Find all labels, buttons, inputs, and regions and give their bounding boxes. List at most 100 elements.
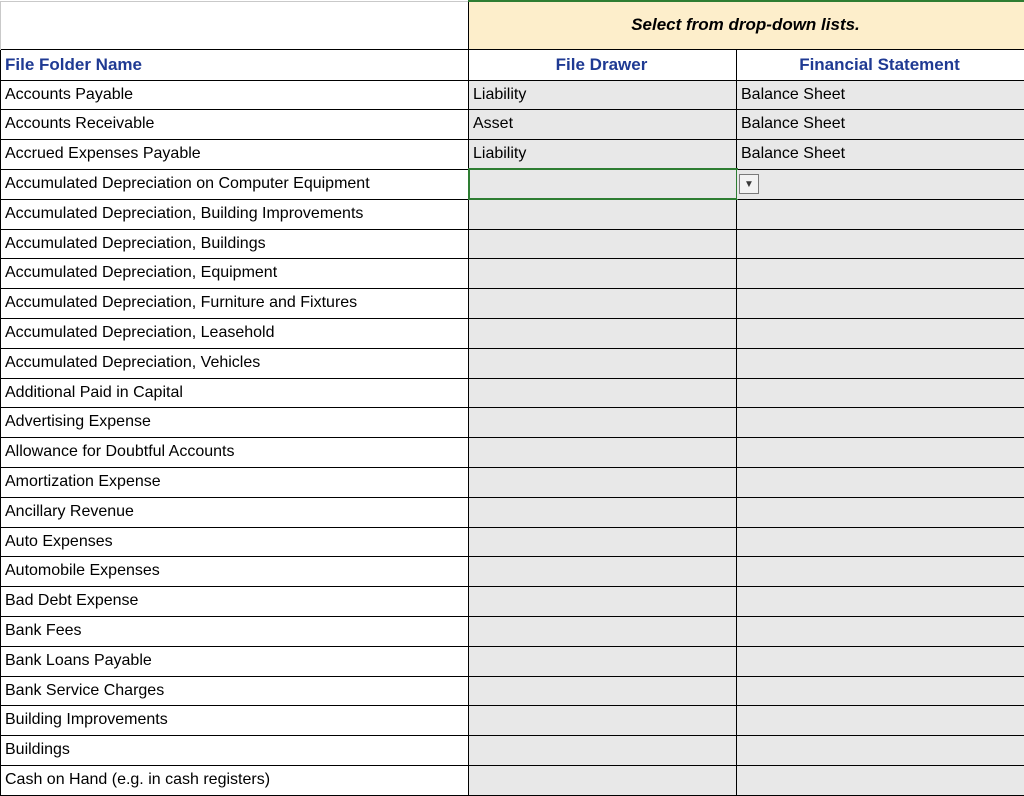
file-folder-name-cell: Bad Debt Expense <box>1 587 469 617</box>
file-drawer-cell[interactable]: Liability <box>469 140 737 170</box>
file-folder-name-cell: Ancillary Revenue <box>1 497 469 527</box>
file-drawer-cell[interactable] <box>469 318 737 348</box>
table-row: Buildings <box>1 736 1024 766</box>
file-drawer-cell[interactable] <box>469 616 737 646</box>
financial-statement-cell[interactable] <box>737 676 1024 706</box>
financial-statement-cell[interactable] <box>737 587 1024 617</box>
file-folder-name-cell: Accounts Payable <box>1 80 469 110</box>
table-row: Ancillary Revenue <box>1 497 1024 527</box>
file-drawer-cell[interactable] <box>469 199 737 229</box>
file-folder-name-cell: Bank Fees <box>1 616 469 646</box>
table-row: Amortization Expense <box>1 467 1024 497</box>
file-folder-name-cell: Cash on Hand (e.g. in cash registers) <box>1 765 469 795</box>
table-row: Allowance for Doubtful Accounts <box>1 438 1024 468</box>
table-row: Bank Loans Payable <box>1 646 1024 676</box>
dropdown-button[interactable]: ▼ <box>739 174 759 194</box>
file-drawer-cell[interactable] <box>469 348 737 378</box>
file-drawer-cell[interactable] <box>469 378 737 408</box>
file-folder-name-cell: Bank Service Charges <box>1 676 469 706</box>
file-drawer-cell[interactable] <box>469 587 737 617</box>
file-folder-name-cell: Accumulated Depreciation, Furniture and … <box>1 289 469 319</box>
table-row: Accumulated Depreciation on Computer Equ… <box>1 169 1024 199</box>
financial-statement-cell[interactable] <box>737 616 1024 646</box>
file-drawer-cell[interactable]: Liability <box>469 80 737 110</box>
file-folder-name-cell: Building Improvements <box>1 706 469 736</box>
chevron-down-icon: ▼ <box>744 178 754 191</box>
financial-statement-cell[interactable] <box>737 557 1024 587</box>
table-row: Accounts PayableLiabilityBalance Sheet <box>1 80 1024 110</box>
file-drawer-cell[interactable] <box>469 259 737 289</box>
financial-statement-cell[interactable]: ▼ <box>737 169 1024 199</box>
file-drawer-cell[interactable] <box>469 765 737 795</box>
table-row: Accumulated Depreciation, Building Impro… <box>1 199 1024 229</box>
file-folder-name-cell: Accumulated Depreciation on Computer Equ… <box>1 169 469 199</box>
file-folder-name-cell: Accumulated Depreciation, Building Impro… <box>1 199 469 229</box>
financial-statement-cell[interactable] <box>737 527 1024 557</box>
financial-statement-cell[interactable] <box>737 229 1024 259</box>
table-row: Accumulated Depreciation, Equipment <box>1 259 1024 289</box>
financial-statement-cell[interactable] <box>737 289 1024 319</box>
file-drawer-cell[interactable] <box>469 706 737 736</box>
file-drawer-cell[interactable] <box>469 289 737 319</box>
financial-statement-cell[interactable]: Balance Sheet <box>737 140 1024 170</box>
financial-statement-cell[interactable] <box>737 348 1024 378</box>
file-folder-name-cell: Accumulated Depreciation, Buildings <box>1 229 469 259</box>
file-drawer-cell[interactable] <box>469 736 737 766</box>
banner-text: Select from drop-down lists. <box>469 1 1024 49</box>
file-drawer-cell[interactable] <box>469 169 737 199</box>
file-folder-name-cell: Amortization Expense <box>1 467 469 497</box>
file-drawer-cell[interactable] <box>469 438 737 468</box>
banner-spacer <box>1 1 469 49</box>
file-drawer-cell[interactable] <box>469 229 737 259</box>
financial-statement-cell[interactable] <box>737 706 1024 736</box>
file-folder-name-cell: Allowance for Doubtful Accounts <box>1 438 469 468</box>
financial-statement-cell[interactable]: Balance Sheet <box>737 110 1024 140</box>
table-row: Cash on Hand (e.g. in cash registers) <box>1 765 1024 795</box>
header-file-folder-name: File Folder Name <box>1 49 469 80</box>
table-row: Advertising Expense <box>1 408 1024 438</box>
financial-statement-cell[interactable] <box>737 497 1024 527</box>
file-drawer-cell[interactable] <box>469 527 737 557</box>
table-row: Accounts ReceivableAssetBalance Sheet <box>1 110 1024 140</box>
table-row: Accumulated Depreciation, Vehicles <box>1 348 1024 378</box>
header-row: File Folder Name File Drawer Financial S… <box>1 49 1024 80</box>
table-row: Automobile Expenses <box>1 557 1024 587</box>
accounts-table: Select from drop-down lists. File Folder… <box>0 0 1024 796</box>
file-folder-name-cell: Accumulated Depreciation, Leasehold <box>1 318 469 348</box>
file-drawer-cell[interactable] <box>469 408 737 438</box>
file-drawer-cell[interactable] <box>469 467 737 497</box>
file-drawer-cell[interactable] <box>469 497 737 527</box>
financial-statement-cell[interactable] <box>737 408 1024 438</box>
file-folder-name-cell: Bank Loans Payable <box>1 646 469 676</box>
file-drawer-cell[interactable] <box>469 646 737 676</box>
financial-statement-cell[interactable]: Balance Sheet <box>737 80 1024 110</box>
file-folder-name-cell: Accumulated Depreciation, Equipment <box>1 259 469 289</box>
file-folder-name-cell: Additional Paid in Capital <box>1 378 469 408</box>
table-row: Auto Expenses <box>1 527 1024 557</box>
file-folder-name-cell: Accrued Expenses Payable <box>1 140 469 170</box>
file-folder-name-cell: Automobile Expenses <box>1 557 469 587</box>
table-row: Bank Service Charges <box>1 676 1024 706</box>
banner-row: Select from drop-down lists. <box>1 1 1024 49</box>
table-row: Bad Debt Expense <box>1 587 1024 617</box>
financial-statement-cell[interactable] <box>737 199 1024 229</box>
file-folder-name-cell: Accounts Receivable <box>1 110 469 140</box>
financial-statement-cell[interactable] <box>737 467 1024 497</box>
header-financial-statement: Financial Statement <box>737 49 1024 80</box>
table-row: Bank Fees <box>1 616 1024 646</box>
file-drawer-cell[interactable] <box>469 676 737 706</box>
financial-statement-cell[interactable] <box>737 378 1024 408</box>
table-row: Additional Paid in Capital <box>1 378 1024 408</box>
table-row: Accumulated Depreciation, Buildings <box>1 229 1024 259</box>
financial-statement-cell[interactable] <box>737 318 1024 348</box>
file-folder-name-cell: Buildings <box>1 736 469 766</box>
header-file-drawer: File Drawer <box>469 49 737 80</box>
financial-statement-cell[interactable] <box>737 736 1024 766</box>
table-row: Accumulated Depreciation, Furniture and … <box>1 289 1024 319</box>
financial-statement-cell[interactable] <box>737 259 1024 289</box>
financial-statement-cell[interactable] <box>737 765 1024 795</box>
financial-statement-cell[interactable] <box>737 646 1024 676</box>
file-drawer-cell[interactable]: Asset <box>469 110 737 140</box>
file-drawer-cell[interactable] <box>469 557 737 587</box>
financial-statement-cell[interactable] <box>737 438 1024 468</box>
